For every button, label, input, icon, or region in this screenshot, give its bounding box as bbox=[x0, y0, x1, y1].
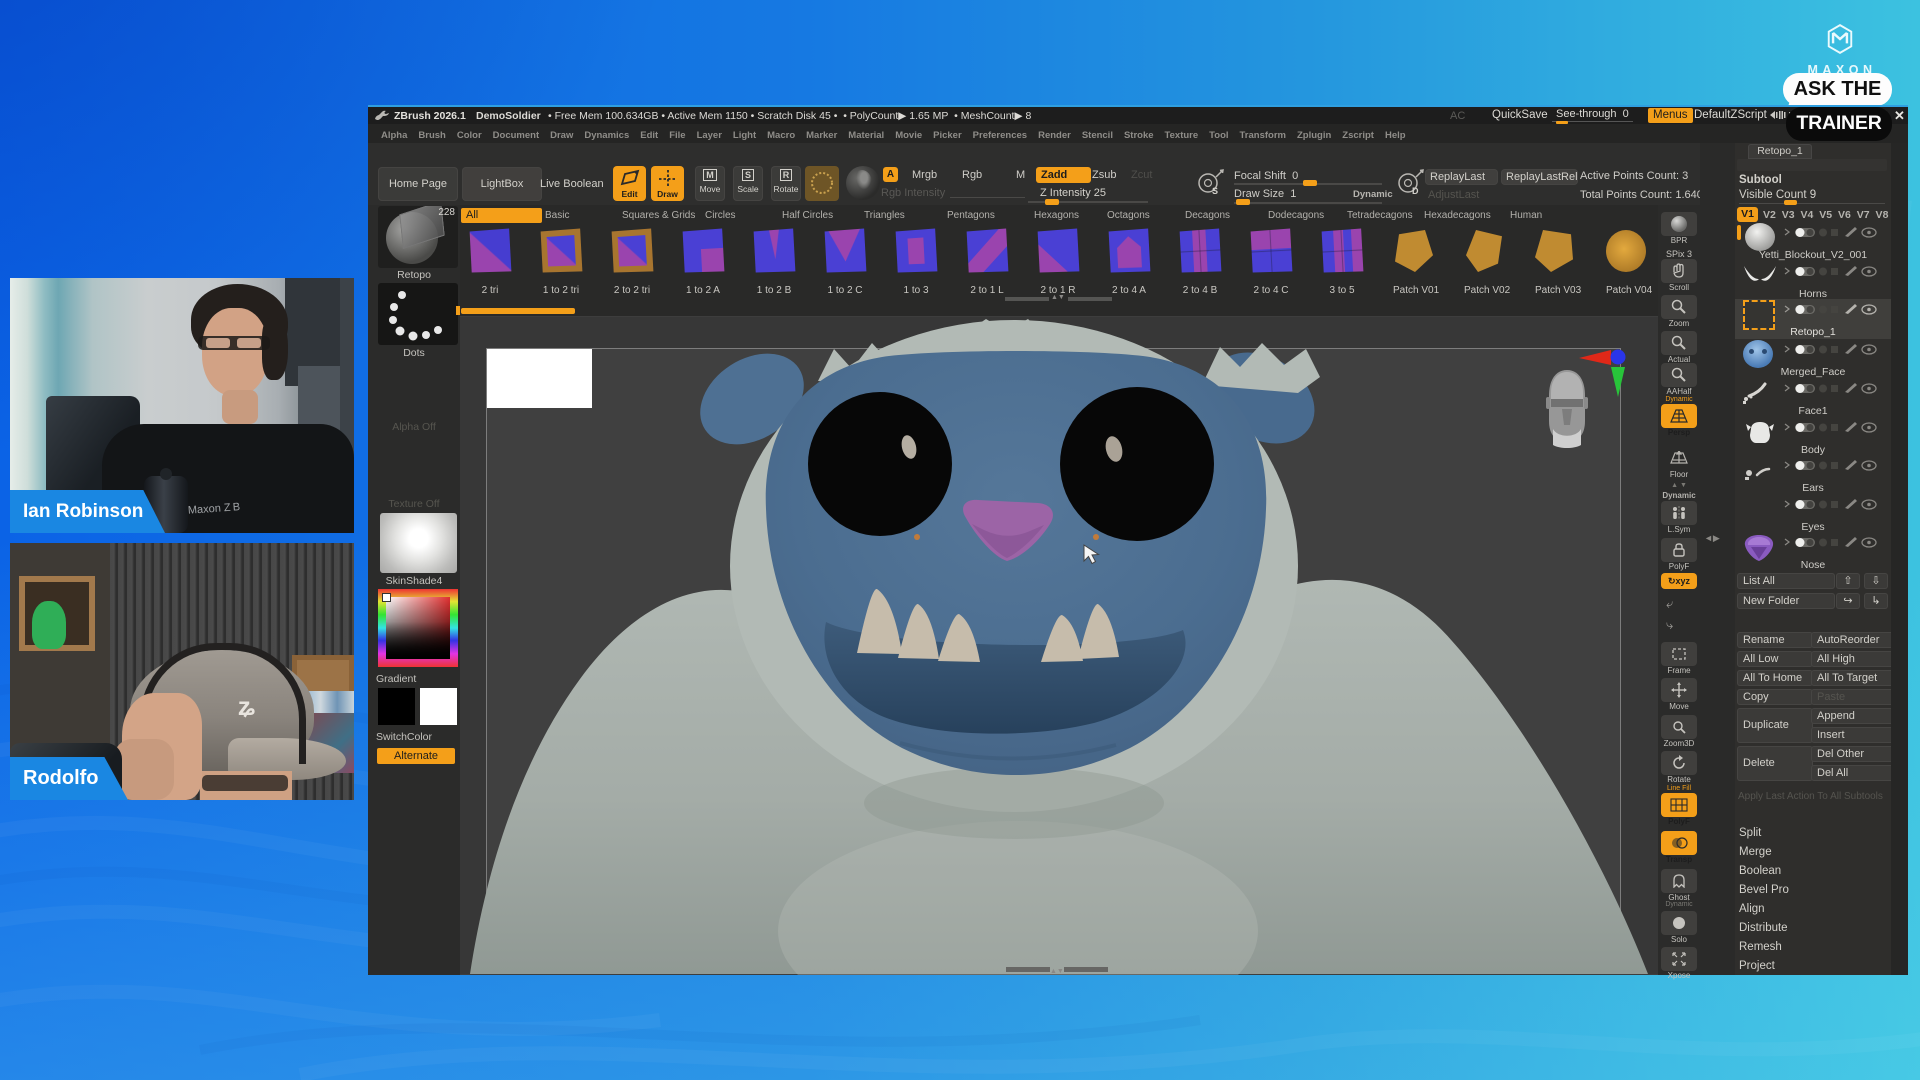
svg-text:▲▼: ▲▼ bbox=[1050, 968, 1064, 975]
svg-text:S: S bbox=[1212, 186, 1218, 196]
svg-text:D: D bbox=[1412, 186, 1419, 196]
